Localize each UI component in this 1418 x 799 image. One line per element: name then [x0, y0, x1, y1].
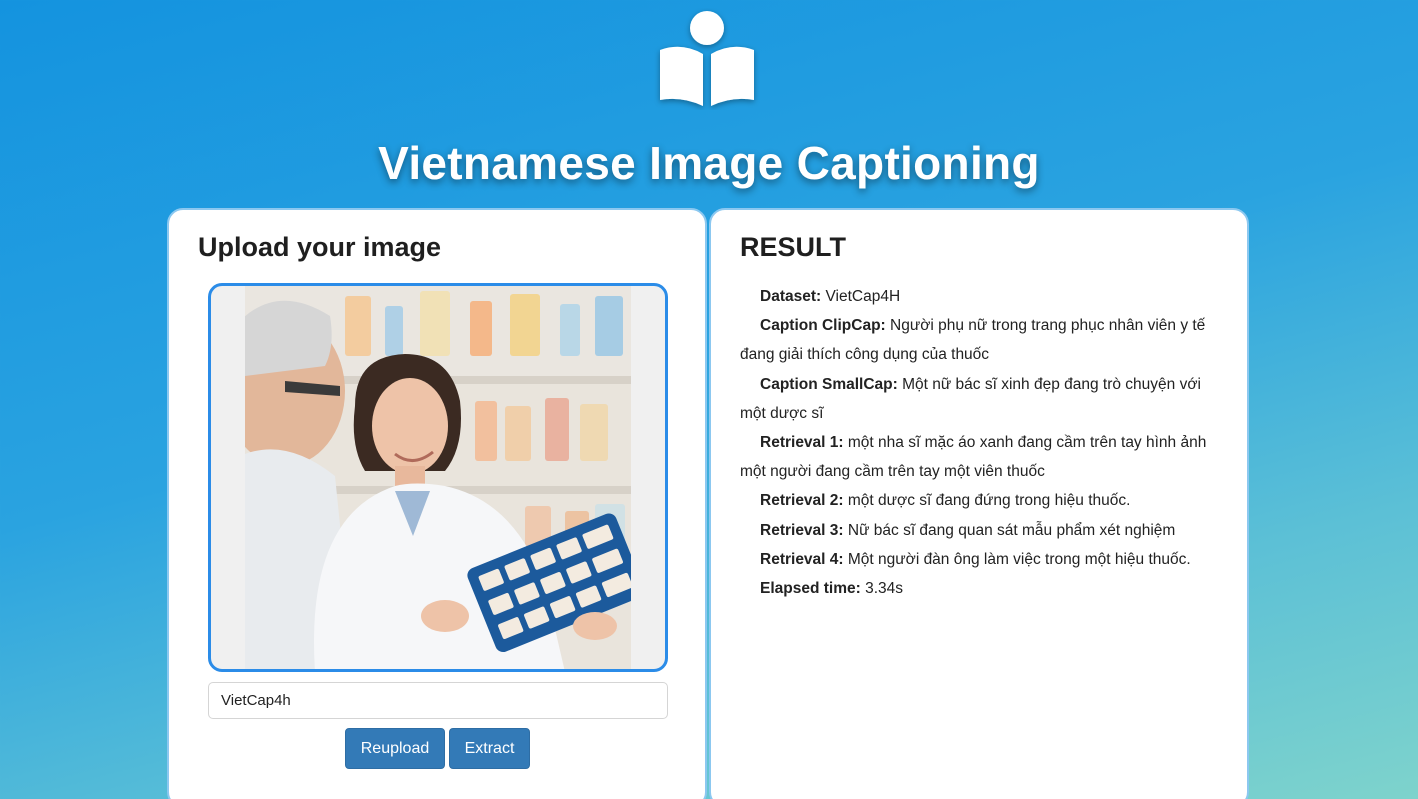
result-item-dataset: Dataset: VietCap4H: [760, 288, 901, 305]
result-item-retrieval-2: Retrieval 2: một dược sĩ đang đứng trong…: [760, 492, 1131, 510]
reupload-button[interactable]: Reupload: [345, 728, 445, 769]
result-list: Dataset: VietCap4H Caption ClipCap: Ngườ…: [740, 282, 1220, 603]
result-card: RESULT Dataset: VietCap4H Caption ClipCa…: [709, 208, 1249, 799]
result-item-retrieval-3: Retrieval 3: Nữ bác sĩ đang quan sát mẫu…: [760, 521, 1176, 539]
dataset-field[interactable]: [208, 682, 668, 719]
image-drop-zone[interactable]: [208, 283, 668, 672]
extract-button[interactable]: Extract: [449, 728, 530, 769]
result-heading: RESULT: [740, 232, 846, 262]
result-item-retrieval-4: Retrieval 4: Một người đàn ông làm việc …: [760, 550, 1191, 568]
upload-heading: Upload your image: [198, 232, 442, 262]
uploaded-image: [245, 286, 631, 669]
result-item-retrieval-1: Retrieval 1: một nha sĩ mặc áo xanh đang…: [740, 434, 1207, 481]
result-item-caption-clipcap: Caption ClipCap: Người phụ nữ trong tran…: [740, 317, 1206, 364]
result-item-caption-smallcap: Caption SmallCap: Một nữ bác sĩ xinh đẹp…: [740, 375, 1201, 422]
page-title: Vietnamese Image Captioning: [378, 137, 1040, 189]
person-reading-book-icon: [654, 8, 760, 110]
upload-card: Upload your image VietCap4h Reupload Ext…: [167, 208, 707, 799]
result-item-elapsed-time: Elapsed time: 3.34s: [760, 580, 904, 598]
